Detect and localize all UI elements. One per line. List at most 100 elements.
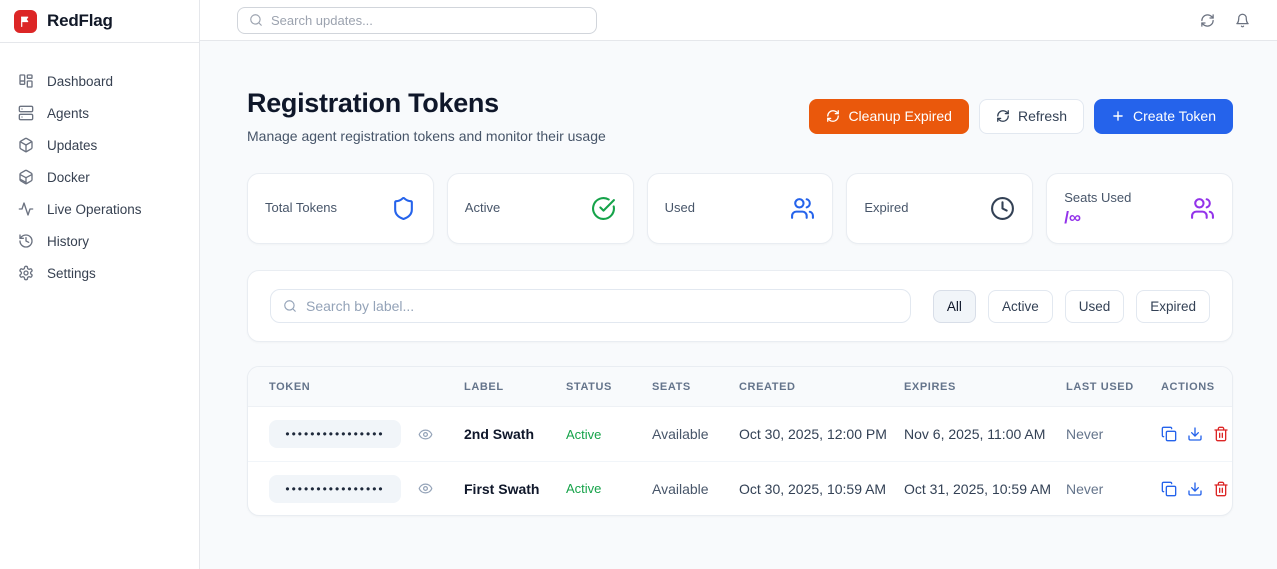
- seats-value: Available: [652, 426, 739, 442]
- page-header: Registration Tokens Manage agent registr…: [247, 88, 1233, 144]
- table-header-row: TOKEN LABEL STATUS SEATS CREATED EXPIRES…: [248, 367, 1232, 407]
- column-header-actions: ACTIONS: [1161, 381, 1232, 393]
- trash-icon[interactable]: [1213, 481, 1229, 497]
- trash-icon[interactable]: [1213, 426, 1229, 442]
- copy-icon[interactable]: [1161, 426, 1177, 442]
- sidebar-item-docker[interactable]: Docker: [0, 161, 199, 193]
- table-row: •••••••••••••••• First Swath Active Avai…: [248, 461, 1232, 515]
- sidebar-item-label: Dashboard: [47, 74, 113, 89]
- label-search-input[interactable]: Search by label...: [270, 289, 911, 323]
- refresh-button[interactable]: Refresh: [979, 99, 1084, 134]
- users-icon: [1190, 186, 1215, 231]
- expires-value: Nov 6, 2025, 11:00 AM: [904, 426, 1066, 442]
- column-header-token: TOKEN: [248, 381, 464, 393]
- expires-value: Oct 31, 2025, 10:59 AM: [904, 481, 1066, 497]
- search-icon: [249, 13, 263, 27]
- column-header-label: LABEL: [464, 381, 566, 393]
- search-icon: [283, 299, 297, 313]
- stat-card-seats-used: Seats Used /∞: [1046, 173, 1233, 244]
- brand: RedFlag: [0, 0, 199, 43]
- token-mask: ••••••••••••••••: [269, 420, 401, 448]
- row-actions: [1161, 426, 1232, 442]
- stats-row: Total Tokens Active: [247, 173, 1233, 244]
- table-row: •••••••••••••••• 2nd Swath Active Availa…: [248, 407, 1232, 461]
- clock-icon: [990, 186, 1015, 231]
- filter-chip-used[interactable]: Used: [1065, 290, 1125, 323]
- sidebar-item-label: Live Operations: [47, 202, 142, 217]
- stat-label: Expired: [864, 200, 908, 215]
- stat-card-expired: Expired: [846, 173, 1033, 244]
- sidebar-item-dashboard[interactable]: Dashboard: [0, 65, 199, 97]
- container-icon: [18, 169, 34, 185]
- sidebar: RedFlag Dashboard Agents Updates: [0, 0, 200, 569]
- main-area: Search updates... Registration Tokens Ma…: [200, 0, 1277, 569]
- label-search-placeholder: Search by label...: [306, 298, 414, 314]
- created-value: Oct 30, 2025, 10:59 AM: [739, 481, 904, 497]
- copy-icon[interactable]: [1161, 481, 1177, 497]
- stat-value: /∞: [1064, 208, 1131, 228]
- filter-chip-expired[interactable]: Expired: [1136, 290, 1210, 323]
- column-header-created: CREATED: [739, 381, 904, 393]
- create-token-label: Create Token: [1133, 108, 1216, 124]
- sidebar-item-history[interactable]: History: [0, 225, 199, 257]
- history-icon: [18, 233, 34, 249]
- created-value: Oct 30, 2025, 12:00 PM: [739, 426, 904, 442]
- sidebar-nav: Dashboard Agents Updates Docker: [0, 43, 199, 289]
- last-used-value: Never: [1066, 426, 1161, 442]
- column-header-last-used: LAST USED: [1066, 381, 1161, 393]
- filter-chip-active[interactable]: Active: [988, 290, 1053, 323]
- refresh-icon[interactable]: [1200, 13, 1215, 28]
- token-mask: ••••••••••••••••: [269, 475, 401, 503]
- topbar-actions: [1200, 13, 1250, 28]
- eye-icon[interactable]: [418, 427, 433, 442]
- filter-chip-all[interactable]: All: [933, 290, 976, 323]
- stat-label: Seats Used: [1064, 190, 1131, 205]
- sidebar-item-label: Agents: [47, 106, 89, 121]
- global-search-placeholder: Search updates...: [271, 13, 373, 28]
- sidebar-item-updates[interactable]: Updates: [0, 129, 199, 161]
- app-window: RedFlag Dashboard Agents Updates: [0, 0, 1277, 569]
- download-icon[interactable]: [1187, 426, 1203, 442]
- status-badge: Active: [566, 481, 652, 496]
- server-icon: [18, 105, 34, 121]
- check-circle-icon: [591, 186, 616, 231]
- sidebar-item-agents[interactable]: Agents: [0, 97, 199, 129]
- users-icon: [790, 186, 815, 231]
- page-title: Registration Tokens: [247, 88, 606, 119]
- sidebar-item-settings[interactable]: Settings: [0, 257, 199, 289]
- page-header-text: Registration Tokens Manage agent registr…: [247, 88, 606, 144]
- bell-icon[interactable]: [1235, 13, 1250, 28]
- column-header-seats: SEATS: [652, 381, 739, 393]
- sidebar-item-label: Docker: [47, 170, 90, 185]
- stat-label: Used: [665, 200, 695, 215]
- activity-icon: [18, 201, 34, 217]
- row-actions: [1161, 481, 1232, 497]
- stat-card-used: Used: [647, 173, 834, 244]
- gear-icon: [18, 265, 34, 281]
- topbar: Search updates...: [200, 0, 1277, 41]
- token-label: 2nd Swath: [464, 426, 566, 442]
- plus-icon: [1111, 109, 1125, 123]
- header-actions: Cleanup Expired Refresh Create Token: [809, 99, 1233, 134]
- refresh-icon: [826, 109, 840, 123]
- page-subtitle: Manage agent registration tokens and mon…: [247, 128, 606, 144]
- stat-label: Total Tokens: [265, 200, 337, 215]
- stat-card-total-tokens: Total Tokens: [247, 173, 434, 244]
- download-icon[interactable]: [1187, 481, 1203, 497]
- sidebar-item-label: Updates: [47, 138, 97, 153]
- sidebar-item-label: History: [47, 234, 89, 249]
- tokens-table: TOKEN LABEL STATUS SEATS CREATED EXPIRES…: [247, 366, 1233, 516]
- eye-icon[interactable]: [418, 481, 433, 496]
- cleanup-expired-button[interactable]: Cleanup Expired: [809, 99, 969, 134]
- global-search-input[interactable]: Search updates...: [237, 7, 597, 34]
- cleanup-expired-label: Cleanup Expired: [848, 108, 952, 124]
- filter-panel: Search by label... All Active Used Expir…: [247, 270, 1233, 342]
- stat-card-active: Active: [447, 173, 634, 244]
- create-token-button[interactable]: Create Token: [1094, 99, 1233, 134]
- seats-value: Available: [652, 481, 739, 497]
- stat-label: Active: [465, 200, 500, 215]
- sidebar-item-live-operations[interactable]: Live Operations: [0, 193, 199, 225]
- filter-group: All Active Used Expired: [933, 290, 1210, 323]
- refresh-label: Refresh: [1018, 108, 1067, 124]
- shield-icon: [391, 186, 416, 231]
